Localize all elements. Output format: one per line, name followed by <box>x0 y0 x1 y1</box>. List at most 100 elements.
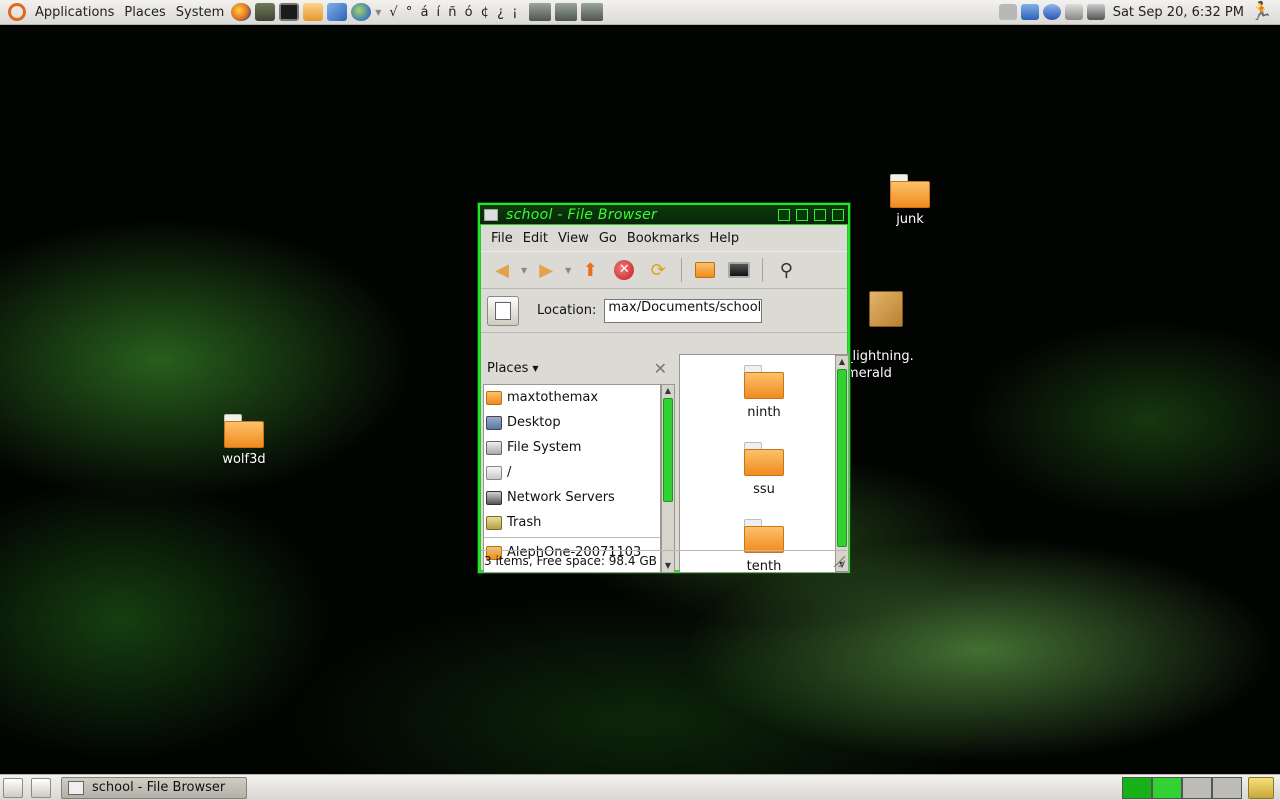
window-menu-icon[interactable] <box>484 208 498 221</box>
menu-go[interactable]: Go <box>594 231 622 246</box>
place-item-file-system[interactable]: File System <box>484 435 660 460</box>
workspace-4[interactable] <box>1212 776 1242 799</box>
folder-icon <box>224 414 264 448</box>
image-viewer-icon[interactable] <box>327 3 348 21</box>
forward-arrow-icon[interactable]: ▶ <box>534 258 558 282</box>
search-binoculars-icon[interactable]: ⚲ <box>774 258 798 282</box>
computer-tray-icon[interactable] <box>1086 4 1105 20</box>
minimize-button[interactable] <box>796 208 808 221</box>
lock-screen-icon[interactable] <box>581 3 604 21</box>
file-item-ninth[interactable]: ninth <box>720 365 808 420</box>
place-item-network[interactable]: Network Servers <box>484 485 660 510</box>
desktop-icon-wolf3d[interactable]: wolf3d <box>216 414 272 467</box>
scroll-up-arrow-icon[interactable]: ▲ <box>836 356 848 368</box>
terminal-icon[interactable] <box>279 3 300 21</box>
file-label: ssu <box>753 482 775 497</box>
place-item-trash[interactable]: Trash <box>484 510 660 535</box>
places-scrollbar[interactable]: ▲ ▼ <box>661 384 675 573</box>
character-palette[interactable]: √ ° á í ñ ó ¢ ¿ ¡ <box>383 5 525 20</box>
folder-icon <box>744 365 784 399</box>
computer-button[interactable] <box>727 258 751 282</box>
window-title: school - File Browser <box>506 206 658 223</box>
file-view-scrollbar[interactable]: ▲ ▼ <box>835 355 849 572</box>
desktop-icon-label: junk <box>896 212 924 227</box>
toggle-location-button[interactable] <box>487 295 519 326</box>
package-icon <box>869 291 903 327</box>
firefox-icon[interactable] <box>231 3 252 21</box>
window-icon <box>68 780 84 795</box>
desktop-icon-label: wolf3d <box>222 452 266 467</box>
scrollbar-thumb[interactable] <box>663 398 673 502</box>
maximize-button[interactable] <box>814 208 826 221</box>
place-label: maxtothemax <box>507 390 599 405</box>
file-item-ssu[interactable]: ssu <box>720 442 808 497</box>
toolbar: ◀ ▼ ▶ ▼ ⬆ ✕ ⟳ ⚲ <box>481 251 847 289</box>
location-input[interactable]: max/Documents/school <box>604 298 763 323</box>
back-arrow-icon[interactable]: ◀ <box>490 258 514 282</box>
places-list: maxtothemax Desktop File System / Networ… <box>483 384 661 573</box>
resize-grip-icon[interactable] <box>833 554 845 567</box>
ubuntu-logo-icon[interactable] <box>8 3 26 21</box>
applications-menu[interactable]: Applications <box>30 0 119 25</box>
location-label: Location: <box>537 303 597 318</box>
place-item-root[interactable]: / <box>484 460 660 485</box>
globe-icon[interactable] <box>351 3 372 21</box>
folder-icon <box>744 519 784 553</box>
close-button[interactable] <box>832 208 844 221</box>
place-label: File System <box>507 440 582 455</box>
desktop-icon-junk[interactable]: junk <box>882 174 938 227</box>
calculator-icon[interactable] <box>255 3 276 21</box>
window-titlebar[interactable]: school - File Browser <box>480 205 848 224</box>
close-side-pane-icon[interactable]: ✕ <box>654 359 667 378</box>
place-item-home[interactable]: maxtothemax <box>484 385 660 410</box>
stop-button[interactable]: ✕ <box>612 258 636 282</box>
network-icon[interactable] <box>1064 4 1083 20</box>
workspace-3[interactable] <box>1182 776 1212 799</box>
place-item-desktop[interactable]: Desktop <box>484 410 660 435</box>
workspace-1[interactable] <box>1122 776 1152 799</box>
edit-pencil-icon <box>495 301 511 320</box>
drive-icon <box>486 440 502 455</box>
trash-applet-icon[interactable] <box>1248 776 1274 799</box>
window-list-icon[interactable] <box>31 777 51 798</box>
place-label: Trash <box>507 515 542 530</box>
monitor-applet-icon[interactable] <box>529 3 552 21</box>
menu-edit[interactable]: Edit <box>518 231 553 246</box>
notification-area: Sat Sep 20, 6:32 PM 🏃 <box>997 0 1280 25</box>
running-man-icon[interactable]: 🏃 <box>1250 2 1272 22</box>
system-menu[interactable]: System <box>171 0 229 25</box>
monitor-applet-icon[interactable] <box>555 3 578 21</box>
home-folder-launcher-icon[interactable] <box>303 3 324 21</box>
menu-bookmarks[interactable]: Bookmarks <box>622 231 705 246</box>
bluetooth-icon[interactable] <box>1042 4 1061 20</box>
tray-app-icon[interactable] <box>1020 4 1039 20</box>
workspace-2[interactable] <box>1152 776 1182 799</box>
menu-file[interactable]: File <box>486 231 518 246</box>
home-button[interactable] <box>693 258 717 282</box>
file-browser-window: school - File Browser File Edit View Go … <box>478 203 850 574</box>
launcher-dropdown-icon[interactable]: ▼ <box>375 8 381 17</box>
places-header[interactable]: Places ▼ ✕ <box>483 354 677 382</box>
forward-history-dropdown-icon[interactable]: ▼ <box>565 266 571 275</box>
reload-icon[interactable]: ⟳ <box>646 258 670 282</box>
places-header-label: Places <box>487 360 529 376</box>
places-menu[interactable]: Places <box>119 0 170 25</box>
shade-button[interactable] <box>778 208 790 221</box>
menu-view[interactable]: View <box>553 231 594 246</box>
status-text: 3 items, Free space: 98.4 GB <box>484 553 657 568</box>
up-arrow-icon[interactable]: ⬆ <box>578 258 602 282</box>
trash-icon <box>486 515 502 530</box>
desktop-icon <box>486 415 502 430</box>
menu-help[interactable]: Help <box>704 231 744 246</box>
taskbar-button-file-browser[interactable]: school - File Browser <box>61 776 247 799</box>
side-pane: Places ▼ ✕ maxtothemax Desktop File Syst… <box>483 354 677 573</box>
clock[interactable]: Sat Sep 20, 6:32 PM <box>1107 5 1250 20</box>
show-desktop-icon[interactable] <box>3 777 23 798</box>
file-label: ninth <box>747 405 781 420</box>
tray-separator-icon <box>998 4 1017 20</box>
desktop-icon-lightning[interactable]: _lightning. merald <box>846 274 926 399</box>
scroll-up-arrow-icon[interactable]: ▲ <box>662 385 674 397</box>
back-history-dropdown-icon[interactable]: ▼ <box>521 266 527 275</box>
scrollbar-thumb[interactable] <box>837 369 847 547</box>
file-view: ninth ssu tenth ▲ ▼ <box>679 354 849 574</box>
